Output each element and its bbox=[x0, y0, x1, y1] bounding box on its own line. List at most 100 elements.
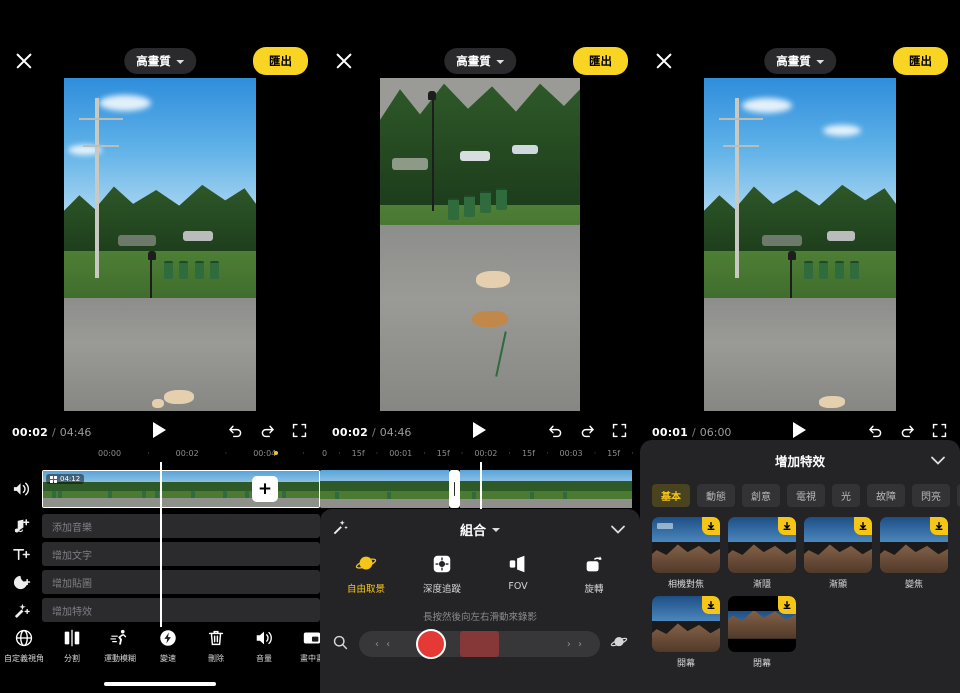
record-button[interactable] bbox=[416, 629, 447, 659]
add-music-row[interactable]: 添加音樂 bbox=[42, 514, 320, 538]
total-time: 06:00 bbox=[699, 425, 732, 439]
effect-item-open[interactable]: 開幕 bbox=[652, 596, 720, 669]
sticker-add-icon[interactable] bbox=[0, 574, 42, 591]
collapse-sheet-icon[interactable] bbox=[930, 451, 946, 470]
effect-item-close[interactable]: 閉幕 bbox=[728, 596, 796, 669]
tab-basic[interactable]: 基本 bbox=[652, 484, 690, 507]
add-clip-button[interactable]: + bbox=[252, 476, 278, 502]
video-preview-container bbox=[0, 78, 320, 411]
video-preview[interactable] bbox=[704, 78, 896, 411]
quality-selector[interactable]: 高畫質 bbox=[444, 48, 516, 74]
planet-icon[interactable] bbox=[610, 633, 628, 655]
scrub-right-arrows[interactable]: › › bbox=[567, 639, 584, 650]
undo-icon[interactable] bbox=[867, 422, 884, 439]
ruler-dot: · bbox=[147, 448, 150, 458]
tab-creative[interactable]: 創意 bbox=[742, 484, 780, 507]
effect-item-fade-out[interactable]: 漸隱 bbox=[728, 517, 796, 590]
street-lamp-head bbox=[787, 251, 796, 261]
collapse-sheet-icon[interactable] bbox=[610, 520, 626, 539]
tool-split[interactable]: 分割 bbox=[48, 628, 96, 664]
music-add-icon[interactable] bbox=[0, 518, 42, 535]
chevron-down-icon[interactable] bbox=[492, 527, 500, 532]
ruler-tick: 00:00 bbox=[98, 448, 122, 458]
download-icon[interactable] bbox=[778, 517, 796, 535]
clip-duration-text: 04:12 bbox=[60, 475, 81, 483]
tool-speed[interactable]: 變速 bbox=[144, 628, 192, 664]
add-effect-row[interactable]: 增加特效 bbox=[42, 598, 320, 622]
fullscreen-icon[interactable] bbox=[611, 422, 628, 439]
sheet-title: 增加特效 bbox=[774, 453, 825, 469]
export-button[interactable]: 匯出 bbox=[893, 47, 948, 75]
redo-icon[interactable] bbox=[579, 422, 596, 439]
tab-tv[interactable]: 電視 bbox=[787, 484, 825, 507]
effect-add-icon[interactable] bbox=[0, 602, 42, 619]
ruler-dot: · bbox=[375, 448, 379, 458]
video-clip-strip[interactable]: 04:12 bbox=[42, 470, 320, 508]
fullscreen-icon[interactable] bbox=[291, 422, 308, 439]
video-preview[interactable] bbox=[380, 78, 580, 411]
dog-subject bbox=[819, 395, 846, 408]
mode-depth-track[interactable]: 深度追蹤 bbox=[404, 553, 480, 595]
close-icon[interactable] bbox=[652, 49, 676, 73]
undo-icon[interactable] bbox=[227, 422, 244, 439]
timeline-ruler[interactable]: 00:00 · 00:02 · 00:04 · 00:0 bbox=[0, 444, 320, 462]
magic-wand-icon[interactable] bbox=[332, 519, 349, 540]
tool-volume[interactable]: 音量 bbox=[240, 628, 288, 664]
effect-item-zoom[interactable]: 變焦 bbox=[880, 517, 948, 590]
download-icon[interactable] bbox=[930, 517, 948, 535]
clip-trim-handle[interactable] bbox=[449, 470, 460, 508]
fullscreen-icon[interactable] bbox=[931, 422, 948, 439]
dog-subject-white bbox=[476, 271, 510, 289]
effect-thumbnail bbox=[728, 596, 796, 652]
download-icon[interactable] bbox=[778, 596, 796, 614]
tab-motion[interactable]: 動態 bbox=[697, 484, 735, 507]
pole-crossarm bbox=[79, 117, 124, 121]
tool-custom-view[interactable]: 自定義視角 bbox=[0, 628, 48, 664]
timeline-ruler[interactable]: 0 · 15f · 00:01 · 15f · 00:02 · 15f · 00… bbox=[320, 444, 640, 462]
playhead[interactable] bbox=[160, 462, 162, 627]
tab-sparkle[interactable]: 閃亮 bbox=[912, 484, 950, 507]
mode-fov[interactable]: FOV bbox=[480, 553, 556, 595]
undo-icon[interactable] bbox=[547, 422, 564, 439]
redo-icon[interactable] bbox=[899, 422, 916, 439]
clip-thumbnail bbox=[129, 471, 172, 507]
tool-delete[interactable]: 刪除 bbox=[192, 628, 240, 664]
video-preview[interactable] bbox=[64, 78, 256, 411]
play-button[interactable] bbox=[792, 422, 806, 438]
close-icon[interactable] bbox=[332, 49, 356, 73]
parked-vehicle bbox=[460, 151, 490, 162]
redo-icon[interactable] bbox=[259, 422, 276, 439]
effect-item-camera-focus[interactable]: 相機對焦 bbox=[652, 517, 720, 590]
ruler-tick: 00:03 bbox=[559, 448, 583, 458]
play-button[interactable] bbox=[472, 422, 486, 438]
ruler-dot: · bbox=[631, 448, 634, 458]
volume-icon[interactable] bbox=[0, 481, 42, 497]
add-sticker-row[interactable]: 增加貼圖 bbox=[42, 570, 320, 594]
scrub-left-arrows[interactable]: ‹ ‹ bbox=[375, 639, 392, 650]
street-lamp bbox=[432, 97, 434, 212]
tool-motion-blur[interactable]: 運動模糊 bbox=[96, 628, 144, 664]
street-lamp bbox=[150, 257, 153, 298]
tab-light[interactable]: 光 bbox=[832, 484, 860, 507]
mode-rotate[interactable]: 旋轉 bbox=[556, 553, 632, 595]
quality-selector[interactable]: 高畫質 bbox=[764, 48, 836, 74]
play-button[interactable] bbox=[152, 422, 166, 438]
download-icon[interactable] bbox=[854, 517, 872, 535]
close-icon[interactable] bbox=[12, 49, 36, 73]
add-text-row[interactable]: 增加文字 bbox=[42, 542, 320, 566]
mode-free-framing[interactable]: 自由取景 bbox=[328, 553, 404, 595]
effect-label: 相機對焦 bbox=[667, 580, 704, 590]
search-icon[interactable] bbox=[332, 634, 349, 655]
export-button[interactable]: 匯出 bbox=[253, 47, 308, 75]
download-icon[interactable] bbox=[702, 517, 720, 535]
quality-selector[interactable]: 高畫質 bbox=[124, 48, 196, 74]
tool-pip[interactable]: 畫中畫 bbox=[288, 628, 320, 664]
effect-item-fade-in[interactable]: 漸顯 bbox=[804, 517, 872, 590]
text-add-icon[interactable] bbox=[0, 546, 42, 563]
tab-glitch[interactable]: 故障 bbox=[867, 484, 905, 507]
playhead[interactable] bbox=[480, 462, 482, 512]
record-slider[interactable]: ‹ ‹ › › bbox=[359, 629, 600, 659]
time-display: 00:01/06:00 bbox=[652, 421, 731, 440]
export-button[interactable]: 匯出 bbox=[573, 47, 628, 75]
download-icon[interactable] bbox=[702, 596, 720, 614]
